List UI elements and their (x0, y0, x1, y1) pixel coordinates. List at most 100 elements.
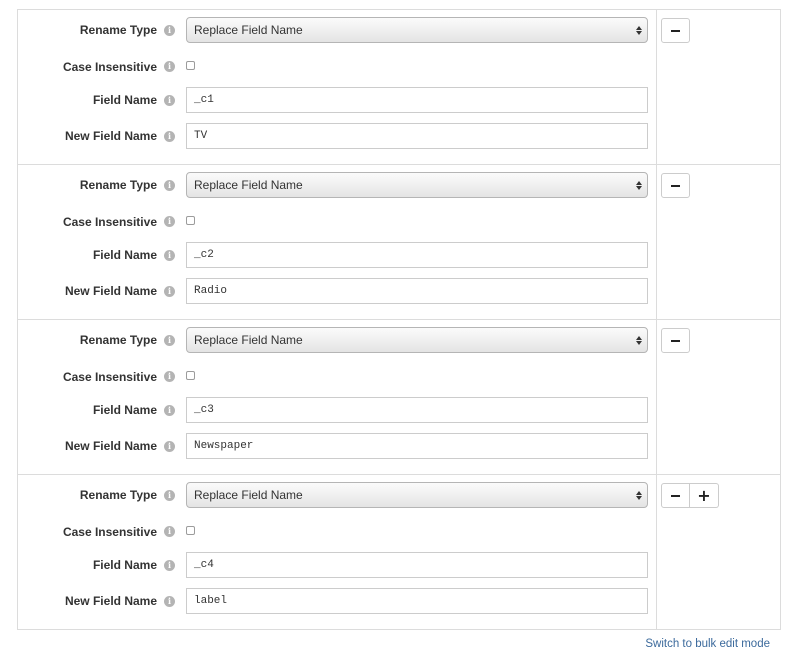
field-label-group: Rename Type i (18, 333, 186, 347)
field-label-group: Field Name i (18, 93, 186, 107)
field-label-group: New Field Name i (18, 129, 186, 143)
field-label: New Field Name (64, 129, 157, 143)
info-icon[interactable]: i (164, 526, 175, 537)
case-insensitive-checkbox[interactable] (186, 371, 195, 380)
remove-row-button[interactable] (661, 18, 690, 43)
info-icon[interactable]: i (164, 371, 175, 382)
field-label-group: Field Name i (18, 558, 186, 572)
case-insensitive-checkbox[interactable] (186, 526, 195, 535)
case-insensitive-checkbox[interactable] (186, 216, 195, 225)
field-name-input[interactable]: _c3 (186, 397, 648, 423)
field-name-input[interactable]: _c4 (186, 552, 648, 578)
field-name-line: Field Name i _c2 (18, 242, 656, 268)
info-icon[interactable]: i (164, 285, 175, 297)
field-label: Field Name (92, 93, 157, 107)
info-icon[interactable]: i (164, 334, 175, 346)
info-icon[interactable]: i (164, 559, 175, 571)
rename-type-value: Replace Field Name (194, 333, 303, 347)
new-field-name-line: New Field Name i Radio (18, 278, 656, 304)
new-field-name-input[interactable]: TV (186, 123, 648, 149)
field-name-line: Field Name i _c1 (18, 87, 656, 113)
info-icon[interactable]: i (164, 179, 175, 191)
rename-rule-row: Rename Type i Replace Field Name Case Insen… (18, 320, 780, 475)
rename-type-line: Rename Type i Replace Field Name (18, 327, 656, 353)
plus-icon: + (697, 486, 711, 505)
field-label-group: Rename Type i (18, 178, 186, 192)
row-actions (656, 165, 780, 319)
field-label: Field Name (92, 403, 157, 417)
minus-icon (671, 339, 680, 342)
minus-icon (671, 494, 680, 497)
rule-fields: Rename Type i Replace Field Name Case Insen… (18, 320, 656, 474)
field-label: Rename Type (79, 488, 157, 502)
field-label: New Field Name (64, 594, 157, 608)
new-field-name-line: New Field Name i TV (18, 123, 656, 149)
info-icon[interactable]: i (164, 94, 175, 106)
info-icon[interactable]: i (164, 440, 175, 452)
row-button-group (661, 18, 780, 43)
select-arrows-icon (636, 25, 642, 35)
new-field-name-input[interactable]: label (186, 588, 648, 614)
new-field-name-input[interactable]: Newspaper (186, 433, 648, 459)
rename-type-value: Replace Field Name (194, 178, 303, 192)
field-label-group: New Field Name i (18, 594, 186, 608)
info-icon[interactable]: i (164, 489, 175, 501)
new-field-name-line: New Field Name i label (18, 588, 656, 614)
rename-rule-row: Rename Type i Replace Field Name Case Insen… (18, 165, 780, 320)
rename-type-select[interactable]: Replace Field Name (186, 17, 648, 43)
info-icon[interactable]: i (164, 216, 175, 227)
field-label-group: Rename Type i (18, 23, 186, 37)
info-icon[interactable]: i (164, 249, 175, 261)
rule-fields: Rename Type i Replace Field Name Case Insen… (18, 165, 656, 319)
info-icon[interactable]: i (164, 130, 175, 142)
field-label: Rename Type (79, 178, 157, 192)
info-icon[interactable]: i (164, 61, 175, 72)
field-label-group: Field Name i (18, 403, 186, 417)
field-label-group: Field Name i (18, 248, 186, 262)
info-icon[interactable]: i (164, 404, 175, 416)
remove-row-button[interactable] (661, 483, 690, 508)
rename-type-select[interactable]: Replace Field Name (186, 172, 648, 198)
row-button-group (661, 173, 780, 198)
rename-rules-list: Rename Type i Replace Field Name Case Insen… (17, 9, 781, 630)
rename-type-value: Replace Field Name (194, 488, 303, 502)
rename-type-select[interactable]: Replace Field Name (186, 482, 648, 508)
field-label: Case Insensitive (62, 214, 157, 229)
rename-type-select[interactable]: Replace Field Name (186, 327, 648, 353)
case-insensitive-line: Case Insensitive i (18, 54, 656, 79)
rule-fields: Rename Type i Replace Field Name Case Insen… (18, 475, 656, 629)
info-icon[interactable]: i (164, 24, 175, 36)
add-row-button[interactable]: + (690, 483, 719, 508)
case-insensitive-line: Case Insensitive i (18, 364, 656, 389)
field-name-line: Field Name i _c4 (18, 552, 656, 578)
new-field-name-input[interactable]: Radio (186, 278, 648, 304)
select-arrows-icon (636, 335, 642, 345)
rename-rule-row: Rename Type i Replace Field Name Case Insen… (18, 10, 780, 165)
info-icon[interactable]: i (164, 595, 175, 607)
field-name-input[interactable]: _c1 (186, 87, 648, 113)
case-insensitive-checkbox[interactable] (186, 61, 195, 70)
rule-fields: Rename Type i Replace Field Name Case Insen… (18, 10, 656, 164)
row-actions (656, 10, 780, 164)
field-label: Field Name (92, 248, 157, 262)
remove-row-button[interactable] (661, 173, 690, 198)
field-label: Rename Type (79, 333, 157, 347)
select-arrows-icon (636, 490, 642, 500)
rename-type-value: Replace Field Name (194, 23, 303, 37)
remove-row-button[interactable] (661, 328, 690, 353)
rename-type-line: Rename Type i Replace Field Name (18, 17, 656, 43)
rename-rule-row: Rename Type i Replace Field Name Case Insen… (18, 475, 780, 630)
minus-icon (671, 29, 680, 32)
bulk-edit-link[interactable]: Switch to bulk edit mode (645, 638, 770, 650)
field-label: Field Name (92, 558, 157, 572)
field-label: New Field Name (64, 284, 157, 298)
row-button-group: + (661, 483, 780, 508)
row-actions: + (656, 475, 780, 629)
field-label-group: Case Insensitive i (18, 370, 186, 384)
row-button-group (661, 328, 780, 353)
minus-icon (671, 184, 680, 187)
field-name-input[interactable]: _c2 (186, 242, 648, 268)
case-insensitive-line: Case Insensitive i (18, 209, 656, 234)
field-label-group: Case Insensitive i (18, 215, 186, 229)
field-label-group: Case Insensitive i (18, 60, 186, 74)
